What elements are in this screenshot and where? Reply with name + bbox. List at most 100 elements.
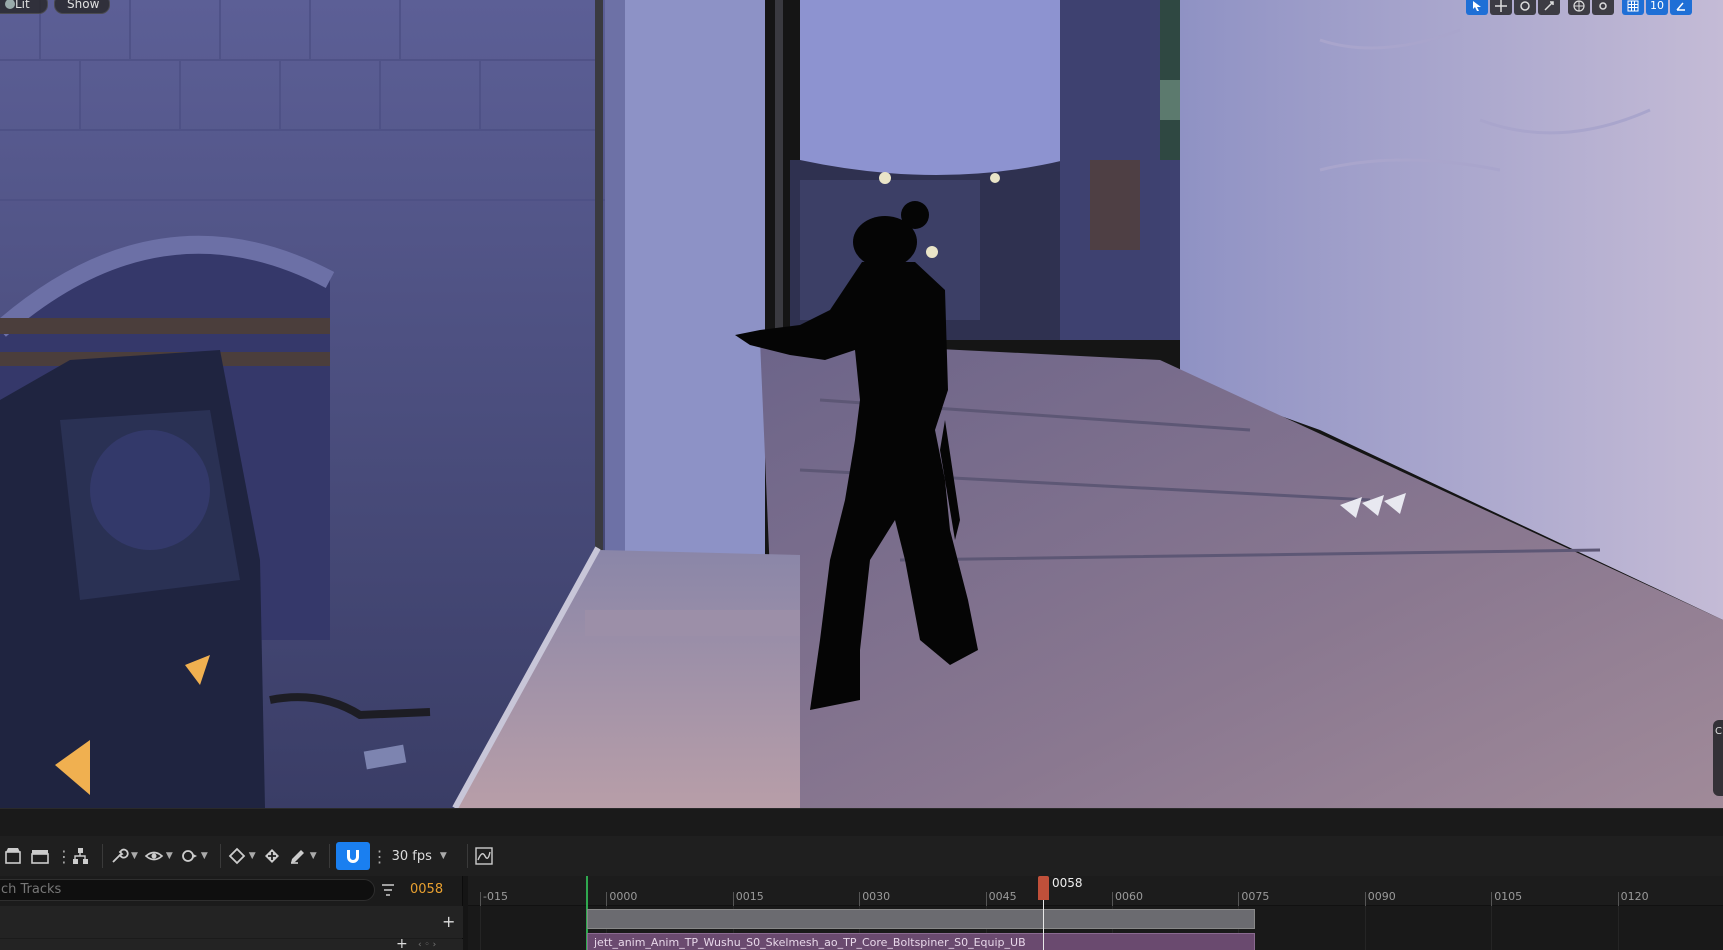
- playhead-line: [1043, 896, 1044, 950]
- ruler-tick: [985, 892, 987, 906]
- animation-section[interactable]: jett_anim_Anim_TP_Wushu_S0_Skelmesh_ao_T…: [587, 933, 1255, 950]
- level-viewport[interactable]: Lit Show 10 C: [0, 0, 1723, 808]
- grid-icon: [1627, 0, 1639, 12]
- playhead-handle[interactable]: [1038, 876, 1049, 900]
- ruler-tick-label: 0045: [988, 890, 1017, 903]
- frame-rate-label: 30 fps: [391, 848, 432, 864]
- ruler-tick-label: 0090: [1367, 890, 1396, 903]
- add-key-button[interactable]: +: [396, 936, 408, 950]
- ruler-tick-label: 0105: [1494, 890, 1523, 903]
- eye-icon: [144, 851, 164, 861]
- view-options-button[interactable]: ▼: [144, 842, 173, 870]
- move-arrows-icon: [1495, 0, 1507, 12]
- surface-snap-icon: [1599, 2, 1607, 10]
- angle-icon: [1676, 2, 1685, 11]
- globe-icon: [1573, 0, 1585, 12]
- magnet-icon: [346, 850, 359, 863]
- track-outliner: ch Tracks 0058 + + ‹ ◦ ›: [0, 876, 463, 950]
- key-options-button[interactable]: ▼: [227, 842, 256, 870]
- lit-mode-button[interactable]: Lit: [0, 0, 48, 14]
- playback-options-button[interactable]: ▼: [179, 842, 208, 870]
- ruler-tick-label: 0000: [609, 890, 638, 903]
- edit-mode-button[interactable]: ▼: [288, 842, 317, 870]
- timeline-grid-line: [480, 906, 481, 950]
- cursor-arrow-icon: [1473, 1, 1481, 11]
- hierarchy-button[interactable]: [70, 842, 90, 870]
- lit-sphere-icon: [5, 0, 15, 9]
- toolbar-divider: [328, 844, 330, 868]
- ruler-tick: [1491, 892, 1493, 906]
- ruler-tick: [606, 892, 608, 906]
- current-frame-field[interactable]: 0058: [410, 882, 443, 897]
- ruler-tick-label: -015: [483, 890, 508, 903]
- animation-section-label: jett_anim_Anim_TP_Wushu_S0_Skelmesh_ao_T…: [594, 936, 1026, 949]
- track-section-bar[interactable]: [587, 909, 1255, 929]
- chevron-down-icon: ▼: [200, 851, 208, 861]
- rotate-mode-button[interactable]: [1514, 0, 1536, 15]
- show-label: Show: [67, 0, 100, 11]
- grid-snap-value[interactable]: 10: [1646, 0, 1668, 15]
- scale-icon: [1544, 1, 1554, 11]
- ruler-tick-label: 0120: [1620, 890, 1649, 903]
- more-options-icon[interactable]: ⋮: [56, 847, 72, 866]
- toolbar-divider: [102, 844, 103, 868]
- show-menu-button[interactable]: Show: [54, 0, 110, 14]
- diamond-key-icon: [228, 847, 246, 865]
- playhead-frame-label: 0058: [1052, 876, 1083, 890]
- ruler-tick: [859, 892, 861, 906]
- auto-key-button[interactable]: [262, 842, 282, 870]
- sequencer-tab-strip: [0, 808, 1723, 836]
- ruler-tick-label: 0015: [735, 890, 764, 903]
- rotate-icon: [1520, 1, 1530, 11]
- timeline-grid-line: [1364, 906, 1366, 950]
- side-panel-tab[interactable]: C: [1713, 720, 1723, 796]
- toolbar-divider: [466, 844, 468, 868]
- scale-mode-button[interactable]: [1538, 0, 1560, 15]
- timeline-area[interactable]: -015 0000 0015 0030 0045 0060 0075 0090 0105 0120…: [468, 876, 1723, 950]
- transform-toolbar: 10: [1466, 0, 1692, 16]
- timeline-grid-line: [1617, 906, 1619, 950]
- keyframe-add-icon: [264, 849, 279, 863]
- snap-options-icon[interactable]: ⋮: [372, 847, 388, 866]
- ruler-tick: [732, 892, 734, 906]
- side-tab-label: C: [1715, 726, 1722, 737]
- search-tracks-input[interactable]: ch Tracks: [0, 879, 375, 901]
- ruler-tick-label: 0030: [862, 890, 891, 903]
- filter-icon[interactable]: [380, 882, 396, 898]
- timeline-grid-line: [1491, 906, 1493, 950]
- ruler-tick: [480, 892, 481, 906]
- ruler-tick-label: 0060: [1115, 890, 1143, 903]
- grid-snap-button[interactable]: [1622, 0, 1644, 15]
- ruler-tick: [1617, 892, 1619, 906]
- sequencer-toolbar: ⋮ ▼ ▼ ▼ ▼ ▼ ⋮ 30 fps ▼: [0, 836, 1723, 876]
- ruler-tick: [1238, 892, 1240, 906]
- track-row[interactable]: [0, 939, 463, 950]
- ruler-tick: [1112, 892, 1113, 906]
- clapperboard-icon: [31, 850, 49, 864]
- pencil-icon: [290, 850, 304, 864]
- curve-graph-icon: [475, 847, 493, 865]
- wrench-icon: [112, 848, 129, 863]
- curve-editor-button[interactable]: [474, 842, 494, 870]
- chevron-down-icon: ▼: [309, 851, 317, 861]
- world-space-button[interactable]: [1568, 0, 1590, 15]
- tools-menu-button[interactable]: ▼: [109, 842, 138, 870]
- scene-render: [0, 0, 1723, 808]
- rotation-snap-button[interactable]: [1670, 0, 1692, 15]
- ruler-tick: [1364, 892, 1366, 906]
- lit-label: Lit: [15, 0, 30, 11]
- add-track-button[interactable]: +: [442, 912, 455, 931]
- select-mode-button[interactable]: [1466, 0, 1488, 15]
- playback-gear-icon: [181, 850, 197, 862]
- render-movie-button[interactable]: [30, 842, 50, 870]
- frame-rate-dropdown[interactable]: 30 fps ▼: [392, 842, 447, 870]
- chevron-down-icon: ▼: [131, 851, 138, 861]
- time-ruler[interactable]: -015 0000 0015 0030 0045 0060 0075 0090 0105 0120…: [468, 876, 1723, 906]
- track-row[interactable]: [0, 906, 463, 938]
- key-navigation[interactable]: ‹ ◦ ›: [418, 940, 436, 950]
- save-sequence-button[interactable]: [4, 842, 24, 870]
- translate-mode-button[interactable]: [1490, 0, 1512, 15]
- toolbar-divider: [219, 844, 221, 868]
- snapping-toggle-button[interactable]: [335, 842, 370, 870]
- surface-snap-button[interactable]: [1592, 0, 1614, 15]
